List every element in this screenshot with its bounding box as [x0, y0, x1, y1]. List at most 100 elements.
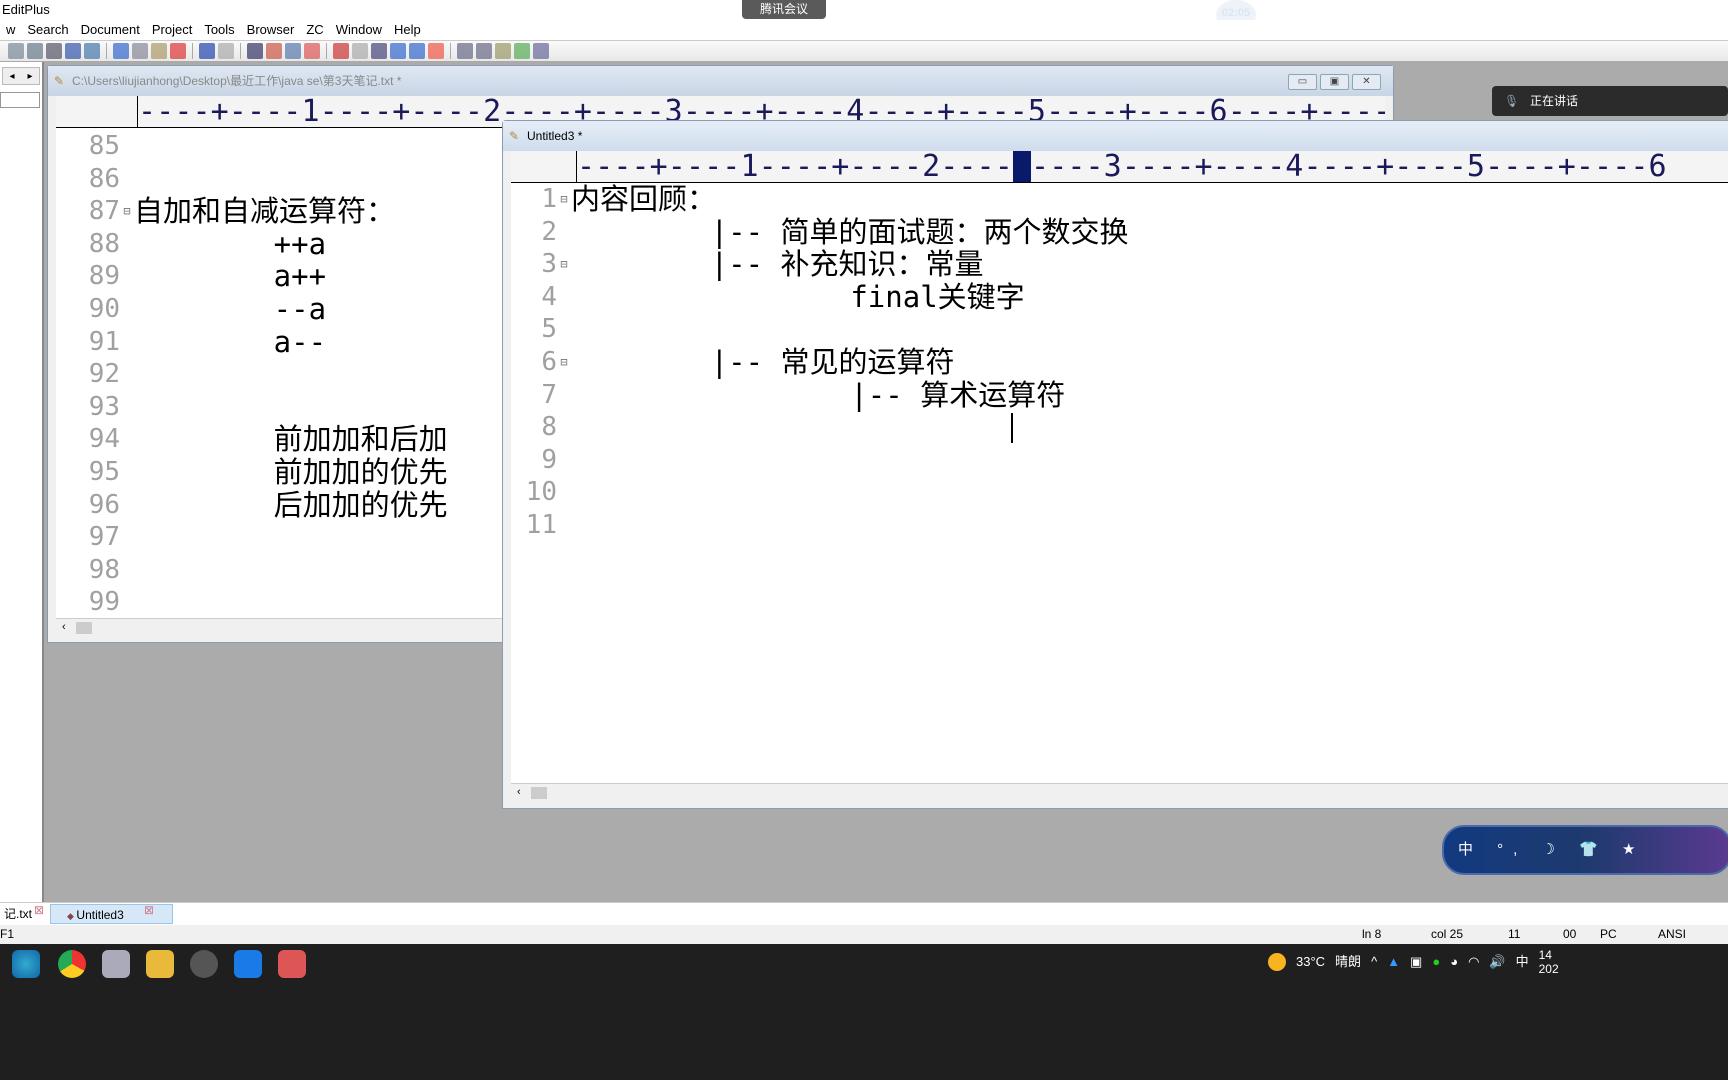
chevron-up-icon[interactable]: ^ [1371, 944, 1377, 980]
document-window-untitled3[interactable]: ✎ Untitled3 * ----+----1----+----2----+-… [502, 120, 1728, 809]
window-title-bar[interactable]: ✎ Untitled3 * [503, 121, 1728, 151]
close-tab-icon[interactable]: ⊠ [144, 903, 154, 917]
split-icon[interactable] [476, 43, 492, 59]
tab-untitled3[interactable]: ◆ Untitled3 [50, 904, 173, 924]
help-icon[interactable] [533, 43, 549, 59]
menu-browser[interactable]: Browser [241, 20, 301, 40]
browser-icon[interactable] [84, 43, 100, 59]
resource-monitor-icon[interactable] [102, 950, 130, 978]
fold-gutter [557, 281, 571, 314]
horizontal-scrollbar[interactable]: ‹ [511, 783, 1728, 801]
check-icon[interactable] [428, 43, 444, 59]
menu-document[interactable]: Document [75, 20, 146, 40]
output-icon[interactable] [495, 43, 511, 59]
cliptext-icon[interactable] [514, 43, 530, 59]
chevron-right-icon[interactable]: ▸ [27, 71, 32, 82]
replace-icon[interactable] [266, 43, 282, 59]
editor-line[interactable]: 4 final关键字 [511, 281, 1728, 314]
editor-line[interactable]: 2 |-- 简单的面试题：两个数交换 [511, 215, 1728, 249]
window-list-icon[interactable] [457, 43, 473, 59]
print-icon[interactable] [46, 43, 62, 59]
editor-line[interactable]: 6 ⊟ |-- 常见的运算符 [511, 346, 1728, 379]
chevron-left-icon[interactable]: ◂ [9, 71, 14, 82]
display-icon[interactable]: ▣ [1410, 944, 1422, 980]
menu-window[interactable]: Window [330, 20, 388, 40]
volume-icon[interactable]: 🔊 [1489, 944, 1505, 980]
find-in-files-icon[interactable] [285, 43, 301, 59]
toolbar [0, 40, 1728, 62]
input-method[interactable]: 中 [1516, 944, 1529, 980]
fold-gutter [120, 358, 134, 391]
fold-gutter [557, 379, 571, 412]
redo-icon[interactable] [218, 43, 234, 59]
fold-gutter [120, 293, 134, 326]
paste-icon[interactable] [151, 43, 167, 59]
window-title-bar[interactable]: ✎ C:\Users\liujianhong\Desktop\最近工作\java… [48, 66, 1393, 96]
restore-button[interactable]: ▣ [1320, 74, 1349, 90]
editor-line[interactable]: 8 [511, 411, 1728, 444]
fold-toggle-icon[interactable]: ⊟ [120, 195, 134, 228]
status-bar: F1 ln 8 col 25 11 00 PC ANSI [0, 925, 1728, 944]
spell-check-icon[interactable] [65, 43, 81, 59]
editor-line[interactable]: 11 [511, 509, 1728, 542]
close-button[interactable]: ✕ [1352, 74, 1381, 90]
ime-label: 中 °, ☽ 👕 ★ [1458, 841, 1646, 858]
word-wrap-icon[interactable] [371, 43, 387, 59]
indent-icon[interactable] [390, 43, 406, 59]
wifi-icon[interactable]: ◠ [1468, 944, 1479, 980]
line-text: |-- 常见的运算符 [571, 344, 955, 379]
editplus-icon[interactable] [278, 950, 306, 978]
hex-icon[interactable] [352, 43, 368, 59]
fold-toggle-icon[interactable]: ⊟ [557, 183, 571, 216]
editor-line[interactable]: 1 ⊟ 内容回顾： [511, 183, 1728, 216]
wechat-icon[interactable]: ● [1432, 944, 1440, 980]
text-editor[interactable]: 1 ⊟ 内容回顾： 2 |-- 简单的面试题：两个数交换 3 ⊟ |-- 补充知识：常量 4… [511, 183, 1728, 783]
chrome-icon[interactable] [58, 950, 86, 978]
fold-toggle-icon[interactable]: ⊟ [557, 346, 571, 379]
column-select-icon[interactable] [409, 43, 425, 59]
fold-gutter [120, 521, 134, 554]
editor-line[interactable]: 3 ⊟ |-- 补充知识：常量 [511, 248, 1728, 281]
scroll-left-icon[interactable]: ‹ [517, 786, 521, 798]
cut-icon[interactable] [113, 43, 129, 59]
panel-nav[interactable]: ◂ ▸ [2, 67, 40, 85]
close-tab-icon[interactable]: ⊠ [34, 903, 44, 917]
qq-icon[interactable]: ◕ [1450, 944, 1458, 980]
menu-project[interactable]: Project [146, 20, 198, 40]
line-number-icon[interactable] [304, 43, 320, 59]
menu-search[interactable]: Search [21, 20, 74, 40]
meeting-tray-icon[interactable]: ▲ [1387, 944, 1400, 980]
menu-zc[interactable]: ZC [300, 20, 329, 40]
new-icon[interactable] [8, 43, 24, 59]
menu-help[interactable]: Help [388, 20, 427, 40]
clock[interactable]: 14 202 [1539, 948, 1559, 976]
editor-line[interactable]: 9 [511, 444, 1728, 477]
tencent-meeting-icon[interactable] [234, 950, 262, 978]
edge-icon[interactable] [12, 950, 40, 978]
fold-toggle-icon[interactable]: ⊟ [557, 248, 571, 281]
print-preview-icon[interactable] [27, 43, 43, 59]
app-icon[interactable] [190, 950, 218, 978]
delete-icon[interactable] [170, 43, 186, 59]
minimize-button[interactable]: ▭ [1288, 74, 1317, 90]
temperature[interactable]: 33°C [1296, 944, 1325, 980]
copy-icon[interactable] [132, 43, 148, 59]
editor-line[interactable]: 10 [511, 476, 1728, 509]
window-title: C:\Users\liujianhong\Desktop\最近工作\java s… [72, 74, 402, 88]
line-text: 前加加和后加 [134, 422, 448, 457]
weather-text[interactable]: 晴朗 [1335, 944, 1361, 980]
find-icon[interactable] [247, 43, 263, 59]
meeting-badge[interactable]: 腾讯会议 [742, 0, 826, 19]
editor-line[interactable]: 7 |-- 算术运算符 [511, 378, 1728, 412]
menu-w[interactable]: w [0, 20, 21, 40]
ime-toolbar[interactable]: 中 °, ☽ 👕 ★ [1442, 825, 1728, 875]
font-icon[interactable] [333, 43, 349, 59]
line-number: 85 [88, 131, 120, 161]
menu-tools[interactable]: Tools [198, 20, 240, 40]
editor-line[interactable]: 5 [511, 313, 1728, 346]
file-explorer-icon[interactable] [146, 950, 174, 978]
directory-input[interactable] [0, 92, 40, 108]
undo-icon[interactable] [199, 43, 215, 59]
scroll-left-icon[interactable]: ‹ [62, 621, 66, 633]
fold-gutter [557, 444, 571, 477]
